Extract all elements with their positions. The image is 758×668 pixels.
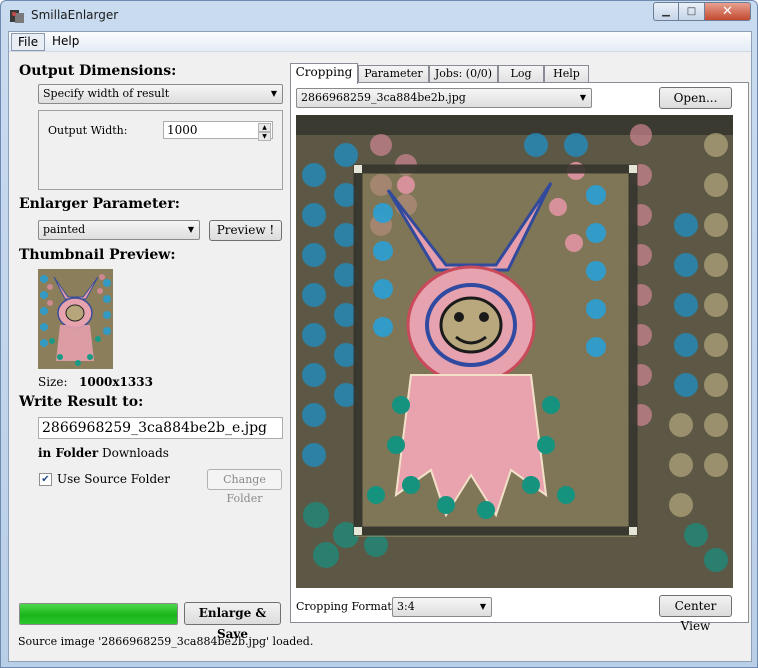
spin-down-icon[interactable]: ▼ [258,132,271,141]
dimension-mode-value: Specify width of result [43,87,170,100]
output-width-spinner[interactable]: ▲ ▼ [258,123,271,141]
main-client-area: File Help Output Dimensions: Specify wid… [8,31,752,662]
minimize-icon: ▁ [662,6,670,17]
output-filename-input[interactable]: 2866968259_3ca884be2b_e.jpg [38,417,283,439]
in-folder-label: in Folder [38,446,99,460]
source-file-select[interactable]: 2866968259_3ca884be2b.jpg ▼ [296,88,592,108]
output-dimensions-title: Output Dimensions: [19,63,177,79]
chevron-down-icon: ▼ [479,602,486,611]
minimize-button[interactable]: ▁ [653,2,679,21]
center-view-button[interactable]: Center View [659,595,732,633]
size-label: Size: [38,375,68,389]
output-width-label: Output Width: [48,124,128,137]
menu-bar: File Help [9,32,751,52]
write-result-title: Write Result to: [19,394,144,410]
thumbnail-preview-title: Thumbnail Preview: [19,247,176,263]
progress-fill [20,604,177,624]
app-window: SmillaEnlarger ▁ □ ✕ File Help Output Di… [0,0,758,668]
close-button[interactable]: ✕ [705,2,751,21]
folder-value: Downloads [102,446,169,460]
cropping-format-label: Cropping Format: [296,600,396,613]
chevron-down-icon: ▼ [187,225,194,234]
output-width-value: 1000 [167,123,198,137]
preset-select[interactable]: painted ▼ [38,220,200,240]
change-folder-button[interactable]: Change Folder [207,469,282,505]
tab-cropping[interactable]: Cropping [290,63,358,84]
close-icon: ✕ [722,4,733,19]
checkmark-icon: ✔ [41,474,50,485]
maximize-button[interactable]: □ [679,2,705,21]
progress-bar [19,603,178,625]
cropping-format-select[interactable]: 3:4 ▼ [392,597,492,617]
enlarger-parameter-title: Enlarger Parameter: [19,196,180,212]
output-width-group: Output Width: 1000 ▲ ▼ [38,110,283,190]
size-value: 1000x1333 [79,375,153,389]
chevron-down-icon: ▼ [579,93,586,102]
enlarge-save-button[interactable]: Enlarge & Save [184,602,281,641]
tab-log[interactable]: Log [498,65,544,83]
app-icon [10,10,24,23]
maximize-icon: □ [686,6,697,17]
preview-button[interactable]: Preview ! [209,220,282,241]
use-source-folder-checkbox[interactable]: ✔ [39,473,52,486]
preset-value: painted [43,223,86,236]
crop-canvas[interactable] [296,115,733,588]
output-width-input[interactable]: 1000 ▲ ▼ [163,121,273,141]
tab-help[interactable]: Help [544,65,589,83]
menu-help[interactable]: Help [46,33,85,51]
source-image [296,115,733,588]
tab-jobs[interactable]: Jobs: (0/0) [429,65,498,83]
dimension-mode-select[interactable]: Specify width of result ▼ [38,84,283,104]
cropping-format-value: 3:4 [397,600,415,613]
tab-parameter[interactable]: Parameter [358,65,429,83]
output-filename-value: 2866968259_3ca884be2b_e.jpg [42,420,268,436]
open-button[interactable]: Open... [659,87,732,109]
window-title: SmillaEnlarger [31,8,119,22]
title-bar[interactable]: SmillaEnlarger ▁ □ ✕ [1,1,757,31]
menu-file[interactable]: File [11,33,46,51]
thumbnail-image [38,269,113,369]
source-file-value: 2866968259_3ca884be2b.jpg [301,91,466,104]
use-source-folder-label[interactable]: Use Source Folder [57,472,170,486]
spin-up-icon[interactable]: ▲ [258,123,271,132]
chevron-down-icon: ▼ [270,89,277,98]
status-bar-message: Source image '2866968259_3ca884be2b.jpg'… [18,635,314,648]
